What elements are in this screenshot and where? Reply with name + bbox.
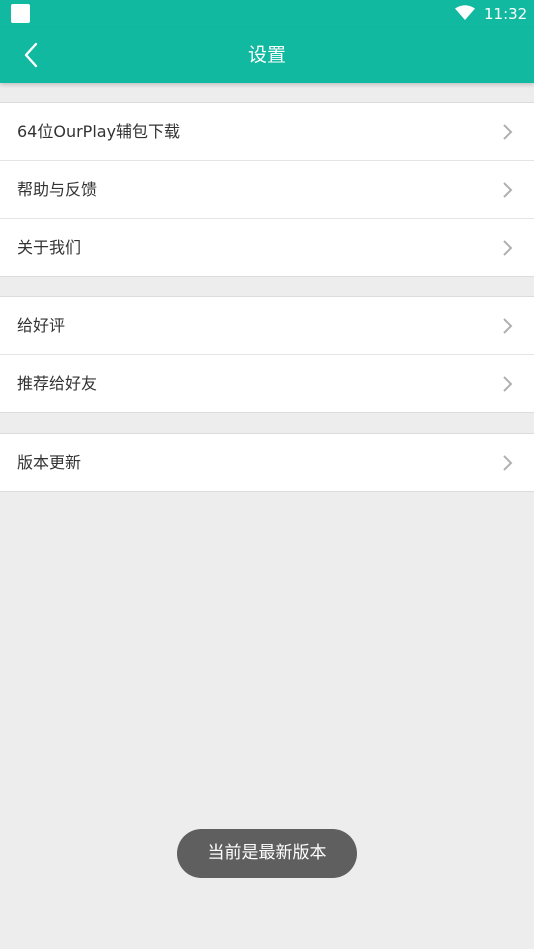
chevron-right-icon (503, 318, 513, 334)
status-bar: 11:32 (0, 0, 534, 28)
wifi-icon (455, 5, 475, 20)
toast-message: 当前是最新版本 (177, 829, 357, 878)
settings-item-label: 64位OurPlay辅包下载 (17, 122, 181, 141)
status-time: 11:32 (484, 5, 528, 23)
chevron-right-icon (503, 455, 513, 471)
settings-item-help-feedback[interactable]: 帮助与反馈 (0, 161, 534, 219)
chevron-right-icon (503, 376, 513, 392)
settings-item-recommend[interactable]: 推荐给好友 (0, 355, 534, 412)
settings-item-about-us[interactable]: 关于我们 (0, 219, 534, 276)
settings-item-label: 关于我们 (17, 238, 82, 257)
settings-group-general: 64位OurPlay辅包下载 帮助与反馈 关于我们 (0, 102, 534, 277)
settings-item-rate[interactable]: 给好评 (0, 297, 534, 355)
chevron-right-icon (503, 240, 513, 256)
chevron-right-icon (503, 124, 513, 140)
notification-icon (11, 4, 30, 23)
app-bar: 设置 (0, 28, 534, 83)
settings-item-label: 给好评 (17, 316, 66, 335)
page-title: 设置 (247, 44, 286, 66)
settings-item-64bit-download[interactable]: 64位OurPlay辅包下载 (0, 103, 534, 161)
chevron-right-icon (503, 182, 513, 198)
settings-item-version-update[interactable]: 版本更新 (0, 434, 534, 491)
settings-group-share: 给好评 推荐给好友 (0, 296, 534, 413)
back-arrow-icon[interactable] (14, 38, 50, 74)
settings-item-label: 帮助与反馈 (17, 180, 98, 199)
settings-item-label: 推荐给好友 (17, 374, 98, 393)
settings-item-label: 版本更新 (17, 453, 82, 472)
settings-group-version: 版本更新 (0, 433, 534, 492)
